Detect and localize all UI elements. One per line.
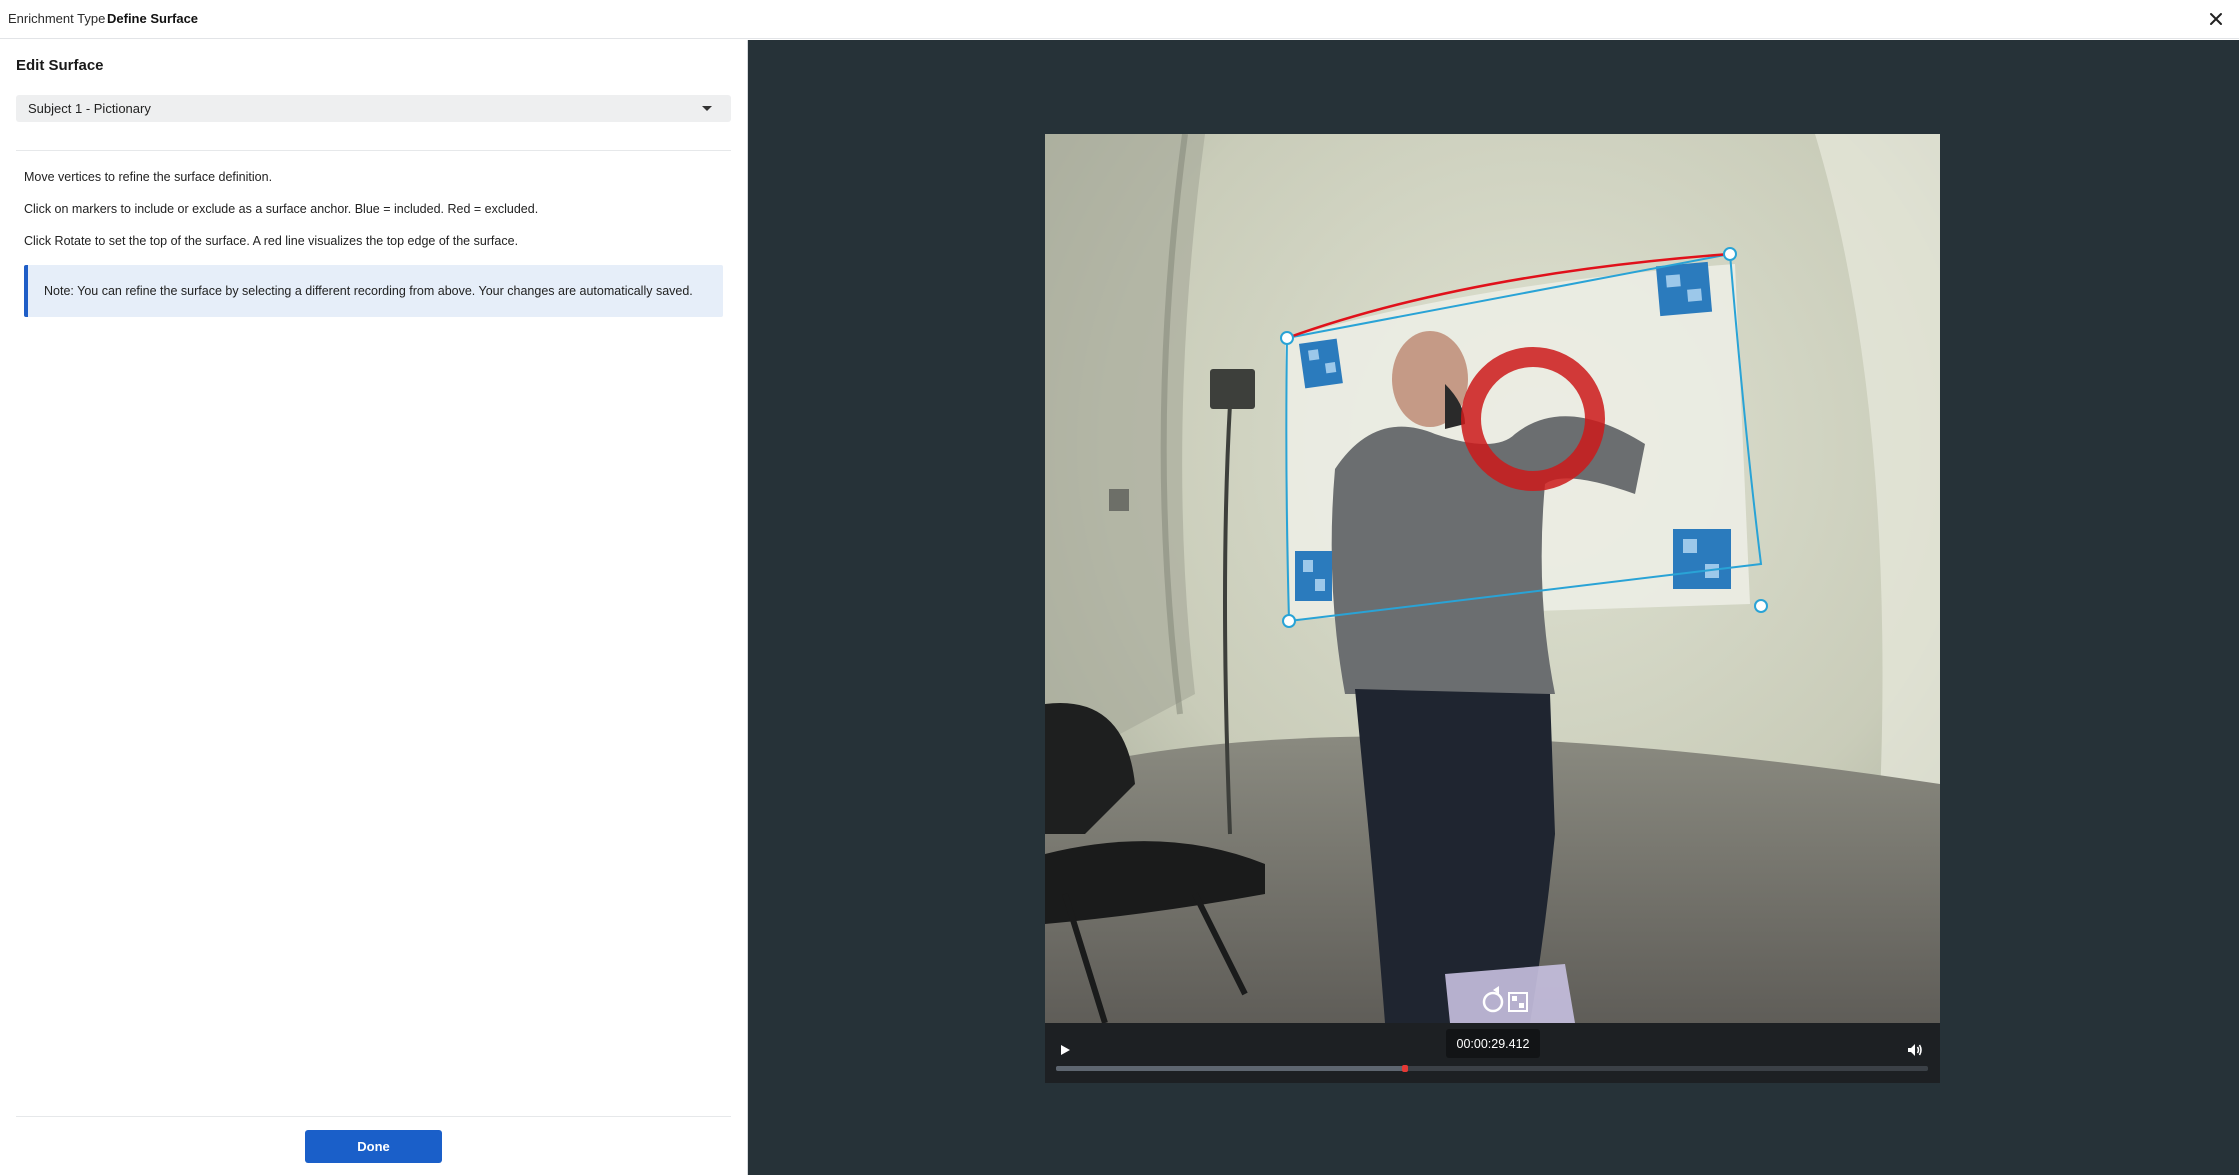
surface-vertex-top-left[interactable] xyxy=(1280,331,1294,345)
close-icon xyxy=(2210,13,2222,25)
surface-marker[interactable] xyxy=(1655,261,1713,317)
timestamp: 00:00:29.412 xyxy=(1446,1029,1540,1058)
play-icon xyxy=(1061,1045,1070,1055)
progress-knob[interactable] xyxy=(1401,1065,1408,1072)
caret-down-icon xyxy=(702,106,712,111)
surface-vertex-bottom-right[interactable] xyxy=(1754,599,1768,613)
scene-video[interactable] xyxy=(1045,134,1940,1023)
panel-title: Edit Surface xyxy=(16,57,104,74)
instruction-vertices: Move vertices to refine the surface defi… xyxy=(24,170,273,184)
recording-select[interactable]: Subject 1 - Pictionary xyxy=(16,95,731,122)
lamp xyxy=(1210,369,1255,409)
progress-track[interactable] xyxy=(1056,1065,1928,1072)
surface-vertex-top-right[interactable] xyxy=(1723,247,1737,261)
breadcrumb-current: Define Surface xyxy=(107,11,199,26)
instruction-markers: Click on markers to include or exclude a… xyxy=(24,202,539,216)
info-note: Note: You can refine the surface by sele… xyxy=(24,265,723,317)
video-panel: 00:00:29.412 xyxy=(748,40,2239,1175)
volume-button[interactable] xyxy=(1906,1041,1924,1059)
recording-select-value: Subject 1 - Pictionary xyxy=(28,101,151,116)
progress-fill xyxy=(1056,1066,1405,1071)
edit-surface-panel: Edit Surface Subject 1 - Pictionary Move… xyxy=(0,40,748,1175)
close-button[interactable] xyxy=(2203,6,2229,32)
divider xyxy=(16,150,731,151)
breadcrumb-parent: Enrichment Type xyxy=(8,11,106,26)
play-button[interactable] xyxy=(1058,1043,1072,1057)
video-controls: 00:00:29.412 xyxy=(1045,1023,1940,1083)
scene-video-frame xyxy=(1045,134,1940,1023)
volume-icon xyxy=(1908,1044,1922,1056)
done-button[interactable]: Done xyxy=(305,1130,442,1163)
footer-divider xyxy=(16,1116,731,1117)
surface-marker[interactable] xyxy=(1295,551,1332,601)
top-bar: Enrichment Type Define Surface xyxy=(0,0,2239,39)
instruction-rotate: Click Rotate to set the top of the surfa… xyxy=(24,234,519,248)
info-note-text: Note: You can refine the surface by sele… xyxy=(44,284,693,298)
surface-marker[interactable] xyxy=(1298,338,1343,389)
surface-marker[interactable] xyxy=(1673,529,1731,589)
surface-vertex-bottom-left[interactable] xyxy=(1282,614,1296,628)
